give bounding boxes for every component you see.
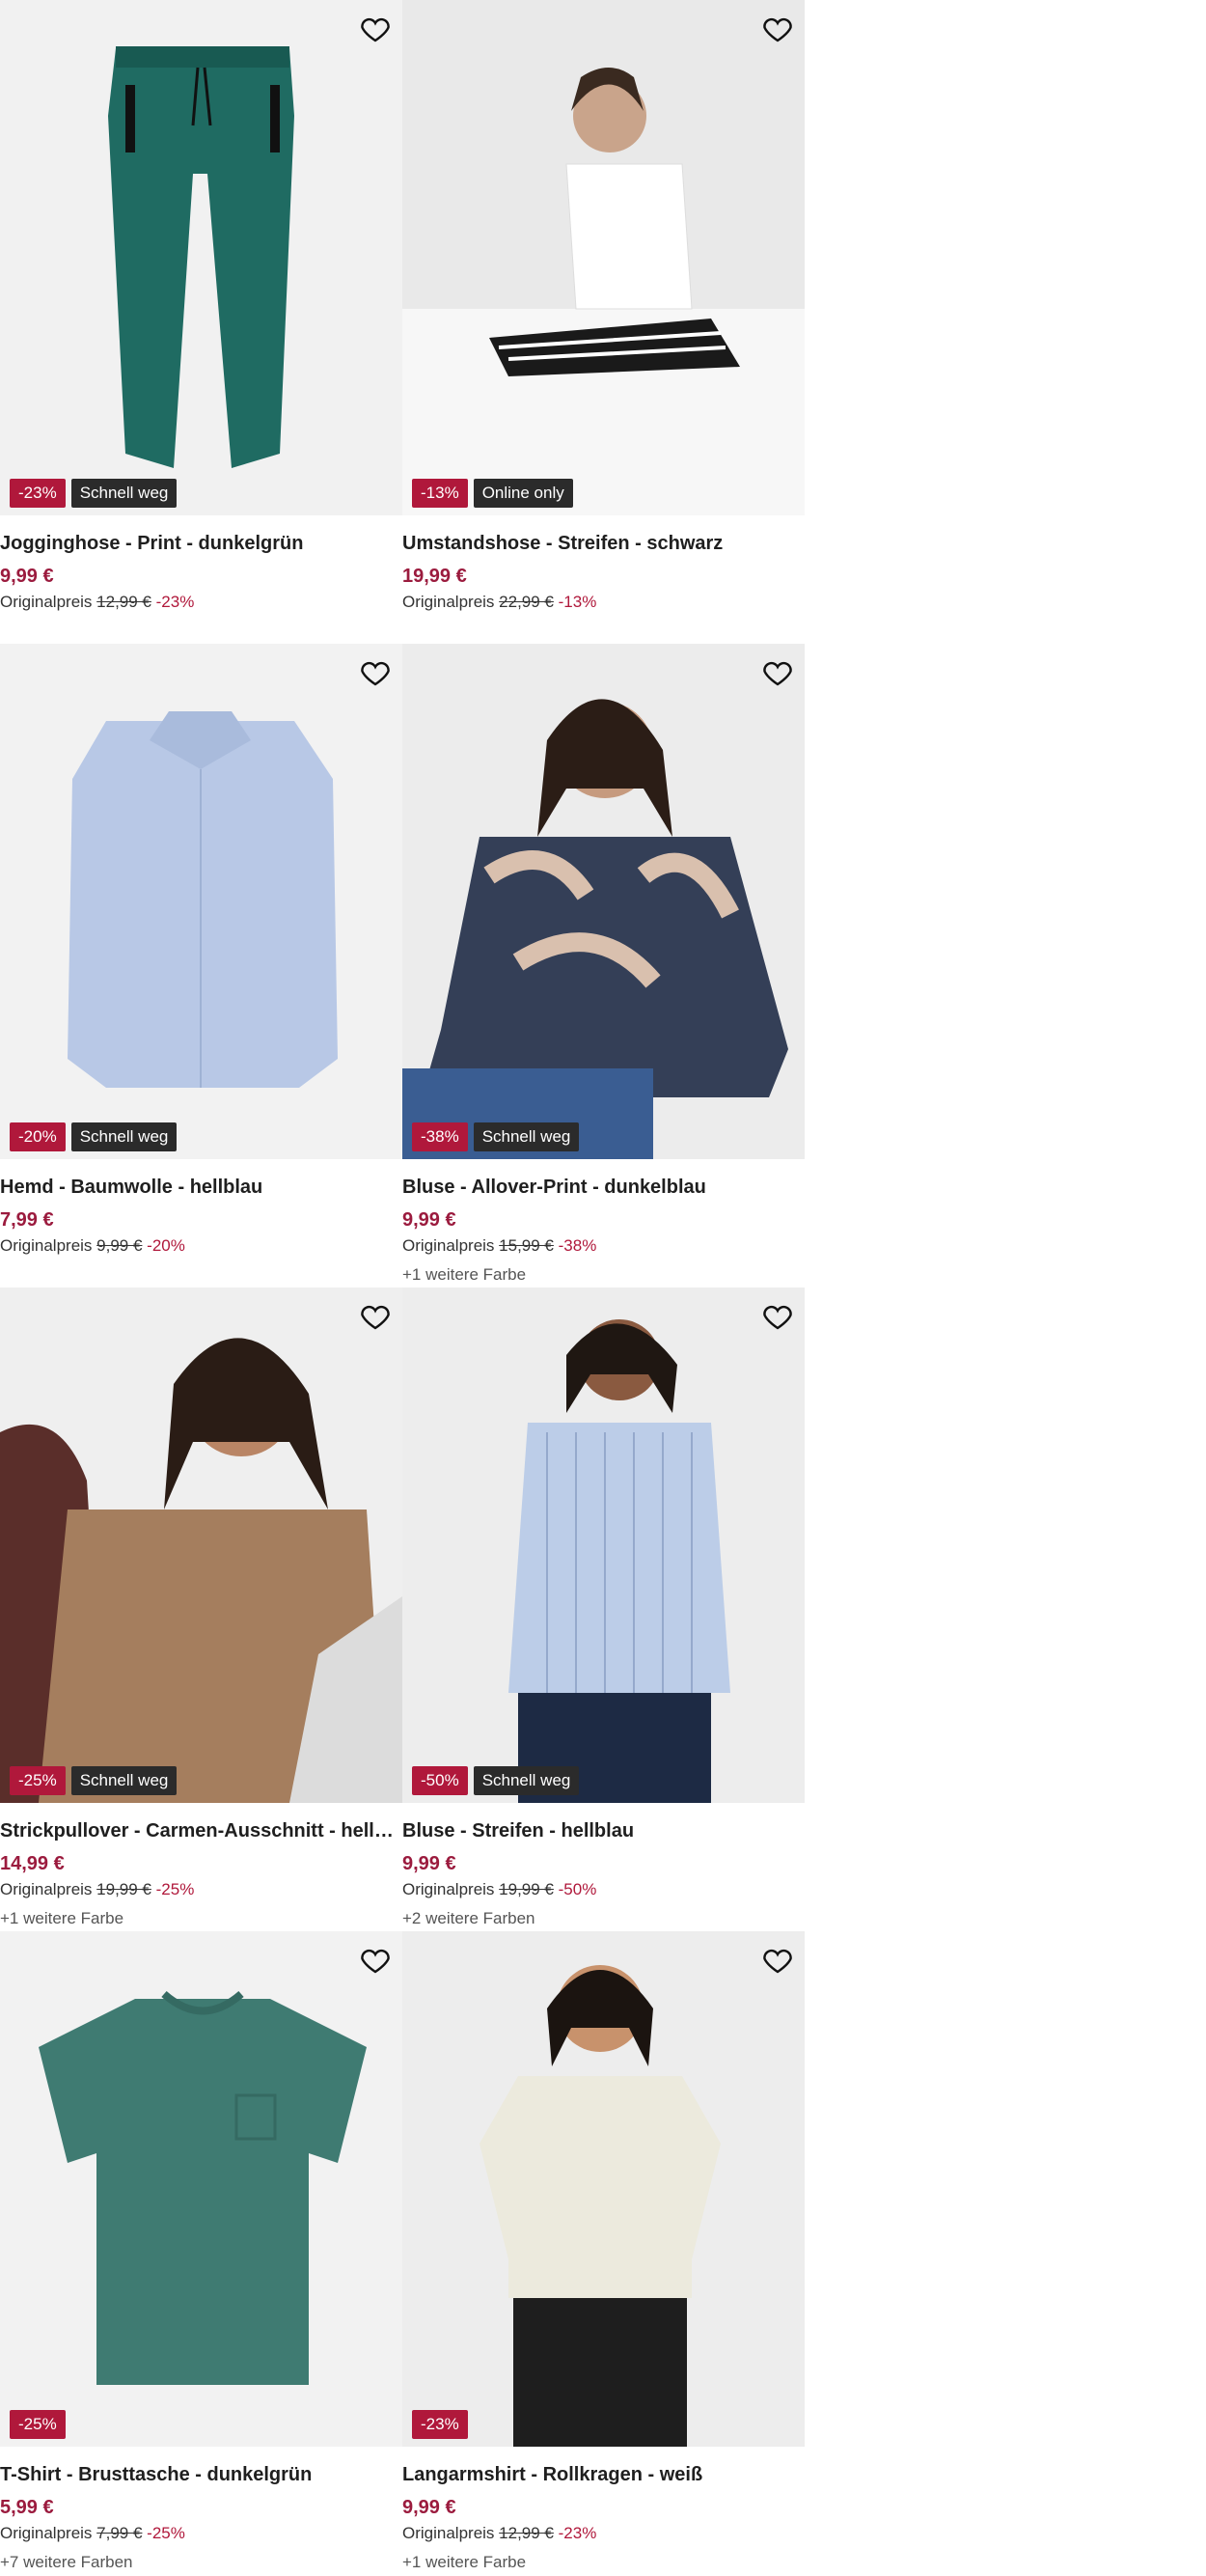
badge-group: -20% Schnell weg	[10, 1122, 178, 1151]
original-price-label: Originalpreis	[0, 1236, 93, 1255]
product-price: 5,99 €	[0, 2497, 54, 2518]
original-price: 9,99 €	[96, 1236, 143, 1255]
badge-group: -23% Schnell weg	[10, 479, 178, 508]
product-title[interactable]: Strickpullover - Carmen-Ausschnitt - hel…	[0, 1820, 396, 1842]
product-price: 9,99 €	[402, 2497, 456, 2518]
product-title[interactable]: Bluse - Allover-Print - dunkelblau	[402, 1177, 798, 1199]
more-colors[interactable]: +7 weitere Farben	[0, 2553, 133, 2572]
product-card[interactable]: -23% Langarmshirt - Rollkragen - weiß 9,…	[402, 1931, 805, 2575]
original-price-label: Originalpreis	[0, 2524, 93, 2542]
product-card[interactable]: -25% Schnell weg Strickpullover - Carmen…	[0, 1288, 402, 1931]
product-title[interactable]: Langarmshirt - Rollkragen - weiß	[402, 2464, 798, 2486]
original-price-label: Originalpreis	[402, 2524, 495, 2542]
discount-badge: -13%	[412, 479, 468, 508]
badge-group: -38% Schnell weg	[412, 1122, 580, 1151]
more-colors[interactable]: +1 weitere Farbe	[402, 1265, 526, 1285]
status-badge: Online only	[473, 479, 573, 508]
original-price: 22,99 €	[499, 593, 554, 611]
discount-badge: -23%	[412, 2410, 468, 2439]
product-card[interactable]: -25% T-Shirt - Brusttasche - dunkelgrün …	[0, 1931, 402, 2575]
discount-percent: -13%	[558, 593, 597, 611]
discount-percent: -23%	[558, 2524, 597, 2542]
product-title[interactable]: T-Shirt - Brusttasche - dunkelgrün	[0, 2464, 396, 2486]
status-badge: Schnell weg	[70, 479, 178, 508]
badge-group: -50% Schnell weg	[412, 1766, 580, 1795]
wishlist-heart-icon[interactable]	[760, 655, 795, 690]
more-colors[interactable]: +2 weitere Farben	[402, 1909, 535, 1928]
discount-percent: -38%	[558, 1236, 597, 1255]
original-price: 15,99 €	[499, 1236, 554, 1255]
discount-badge: -25%	[10, 1766, 66, 1795]
original-price-label: Originalpreis	[402, 1236, 495, 1255]
wishlist-heart-icon[interactable]	[358, 12, 393, 46]
discount-badge: -23%	[10, 479, 66, 508]
discount-percent: -50%	[558, 1880, 597, 1898]
product-price: 14,99 €	[0, 1853, 65, 1874]
status-badge: Schnell weg	[70, 1122, 178, 1151]
wishlist-heart-icon[interactable]	[358, 655, 393, 690]
product-image[interactable]: -25%	[0, 1931, 402, 2447]
product-price: 9,99 €	[0, 566, 54, 587]
discount-badge: -50%	[412, 1766, 468, 1795]
wishlist-heart-icon[interactable]	[760, 1299, 795, 1334]
original-price-line: Originalpreis 19,99 € -25%	[0, 1880, 194, 1899]
product-image[interactable]: -20% Schnell weg	[0, 644, 402, 1159]
original-price-line: Originalpreis 12,99 € -23%	[402, 2524, 596, 2543]
original-price: 19,99 €	[499, 1880, 554, 1898]
product-image[interactable]: -23% Schnell weg	[0, 0, 402, 515]
product-price: 7,99 €	[0, 1209, 54, 1231]
product-card[interactable]: -38% Schnell weg Bluse - Allover-Print -…	[402, 644, 805, 1288]
product-title[interactable]: Bluse - Streifen - hellblau	[402, 1820, 798, 1842]
product-image[interactable]: -50% Schnell weg	[402, 1288, 805, 1803]
product-card[interactable]: -13% Online only Umstandshose - Streifen…	[402, 0, 805, 644]
status-badge: Schnell weg	[70, 1766, 178, 1795]
status-badge: Schnell weg	[473, 1766, 580, 1795]
wishlist-heart-icon[interactable]	[358, 1943, 393, 1978]
original-price-label: Originalpreis	[402, 1880, 495, 1898]
discount-percent: -25%	[155, 1880, 195, 1898]
original-price-line: Originalpreis 9,99 € -20%	[0, 1236, 185, 1256]
product-price: 9,99 €	[402, 1853, 456, 1874]
original-price-label: Originalpreis	[402, 593, 495, 611]
wishlist-heart-icon[interactable]	[760, 1943, 795, 1978]
original-price: 12,99 €	[499, 2524, 554, 2542]
discount-badge: -20%	[10, 1122, 66, 1151]
original-price-label: Originalpreis	[0, 593, 93, 611]
status-badge: Schnell weg	[473, 1122, 580, 1151]
product-card[interactable]: -23% Schnell weg Jogginghose - Print - d…	[0, 0, 402, 644]
original-price-line: Originalpreis 7,99 € -25%	[0, 2524, 185, 2543]
product-image[interactable]: -25% Schnell weg	[0, 1288, 402, 1803]
discount-badge: -38%	[412, 1122, 468, 1151]
wishlist-heart-icon[interactable]	[358, 1299, 393, 1334]
more-colors[interactable]: +1 weitere Farbe	[402, 2553, 526, 2572]
product-image[interactable]: -38% Schnell weg	[402, 644, 805, 1159]
product-card[interactable]: -20% Schnell weg Hemd - Baumwolle - hell…	[0, 644, 402, 1288]
original-price-line: Originalpreis 12,99 € -23%	[0, 593, 194, 612]
product-price: 9,99 €	[402, 1209, 456, 1231]
original-price-label: Originalpreis	[0, 1880, 93, 1898]
original-price-line: Originalpreis 15,99 € -38%	[402, 1236, 596, 1256]
badge-group: -25%	[10, 2410, 66, 2439]
badge-group: -13% Online only	[412, 479, 573, 508]
product-price: 19,99 €	[402, 566, 467, 587]
product-title[interactable]: Hemd - Baumwolle - hellblau	[0, 1177, 396, 1199]
product-title[interactable]: Jogginghose - Print - dunkelgrün	[0, 533, 396, 555]
discount-percent: -23%	[155, 593, 195, 611]
product-image[interactable]: -13% Online only	[402, 0, 805, 515]
wishlist-heart-icon[interactable]	[760, 12, 795, 46]
product-title[interactable]: Umstandshose - Streifen - schwarz	[402, 533, 798, 555]
original-price-line: Originalpreis 22,99 € -13%	[402, 593, 596, 612]
original-price: 19,99 €	[96, 1880, 151, 1898]
discount-percent: -20%	[147, 1236, 185, 1255]
badge-group: -23%	[412, 2410, 468, 2439]
product-card[interactable]: -50% Schnell weg Bluse - Streifen - hell…	[402, 1288, 805, 1931]
original-price: 7,99 €	[96, 2524, 143, 2542]
discount-percent: -25%	[147, 2524, 185, 2542]
badge-group: -25% Schnell weg	[10, 1766, 178, 1795]
original-price-line: Originalpreis 19,99 € -50%	[402, 1880, 596, 1899]
more-colors[interactable]: +1 weitere Farbe	[0, 1909, 123, 1928]
product-image[interactable]: -23%	[402, 1931, 805, 2447]
discount-badge: -25%	[10, 2410, 66, 2439]
original-price: 12,99 €	[96, 593, 151, 611]
